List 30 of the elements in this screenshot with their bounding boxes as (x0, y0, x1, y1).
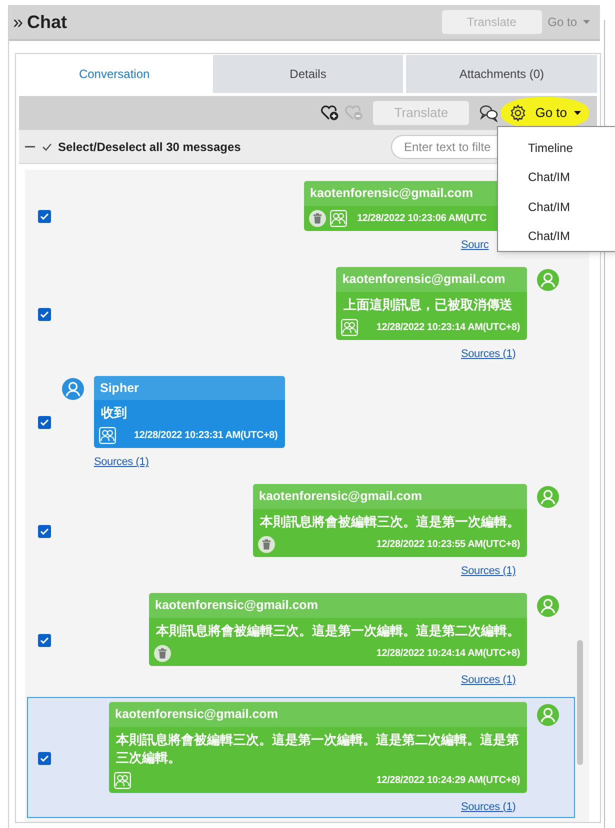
tab[interactable]: Details (212, 55, 404, 93)
sources-link[interactable]: Sources (1) (461, 674, 516, 686)
select-all-link[interactable]: Select/Deselect all 30 messages (58, 138, 241, 156)
message-text: 本則訊息將會被編輯三次。這是第一次編輯。這是第二次編輯。這是第三次編輯。 (114, 730, 520, 766)
sources-link[interactable]: Sources (1) (461, 348, 516, 360)
sources-link[interactable]: Sources (1) (461, 800, 516, 812)
sources-link[interactable]: Sources (1) (94, 456, 149, 468)
panel-title: Chat (27, 10, 68, 34)
sender-name: kaotenforensic@gmail.com (336, 266, 527, 292)
sender-name: kaotenforensic@gmail.com (253, 484, 527, 509)
timestamp: 12/28/2022 10:24:29 AM(UTC+8) (376, 774, 521, 788)
sender-name: Sipher (94, 376, 285, 400)
timestamp: 12/28/2022 10:23:06 AM(UTC (357, 212, 488, 226)
timestamp: 12/28/2022 10:24:14 AM(UTC+8) (376, 646, 521, 661)
collapse-icon[interactable]: » (13, 13, 24, 31)
message-text: 本則訊息將會被編輯三次。這是第一次編輯。這是第二次編輯。 (154, 622, 521, 640)
sources-link[interactable]: Sources (1) (461, 565, 516, 577)
timestamp: 12/28/2022 10:23:14 AM(UTC+8) (376, 320, 521, 334)
timestamp: 12/28/2022 10:23:55 AM(UTC+8) (376, 538, 521, 552)
sender-name: kaotenforensic@gmail.com (109, 702, 527, 726)
selected-message-row[interactable]: kaotenforensic@gmail.com 本則訊息將會被編輯三次。這是第一次編輯。這是第二次編輯。這是第三次編輯。 12/28/2022 10:24:29 AM(UTC+8) Sources (1) (27, 696, 575, 818)
menu-item[interactable]: Chat/IM (498, 222, 615, 251)
sources-link[interactable]: Sourc (461, 238, 489, 251)
sender-name: kaotenforensic@gmail.com (149, 593, 527, 618)
timestamp: 12/28/2022 10:23:31 AM(UTC+8) (134, 429, 279, 444)
message-text: 收到 (100, 404, 128, 422)
message-text: 本則訊息將會被編輯三次。這是第一次編輯。 (258, 513, 521, 531)
goto-dropdown[interactable]: Go to (535, 103, 581, 123)
message-text: 上面這則訊息，已被取消傳送 (342, 296, 514, 314)
tab[interactable]: Attachments (0) (406, 55, 598, 93)
